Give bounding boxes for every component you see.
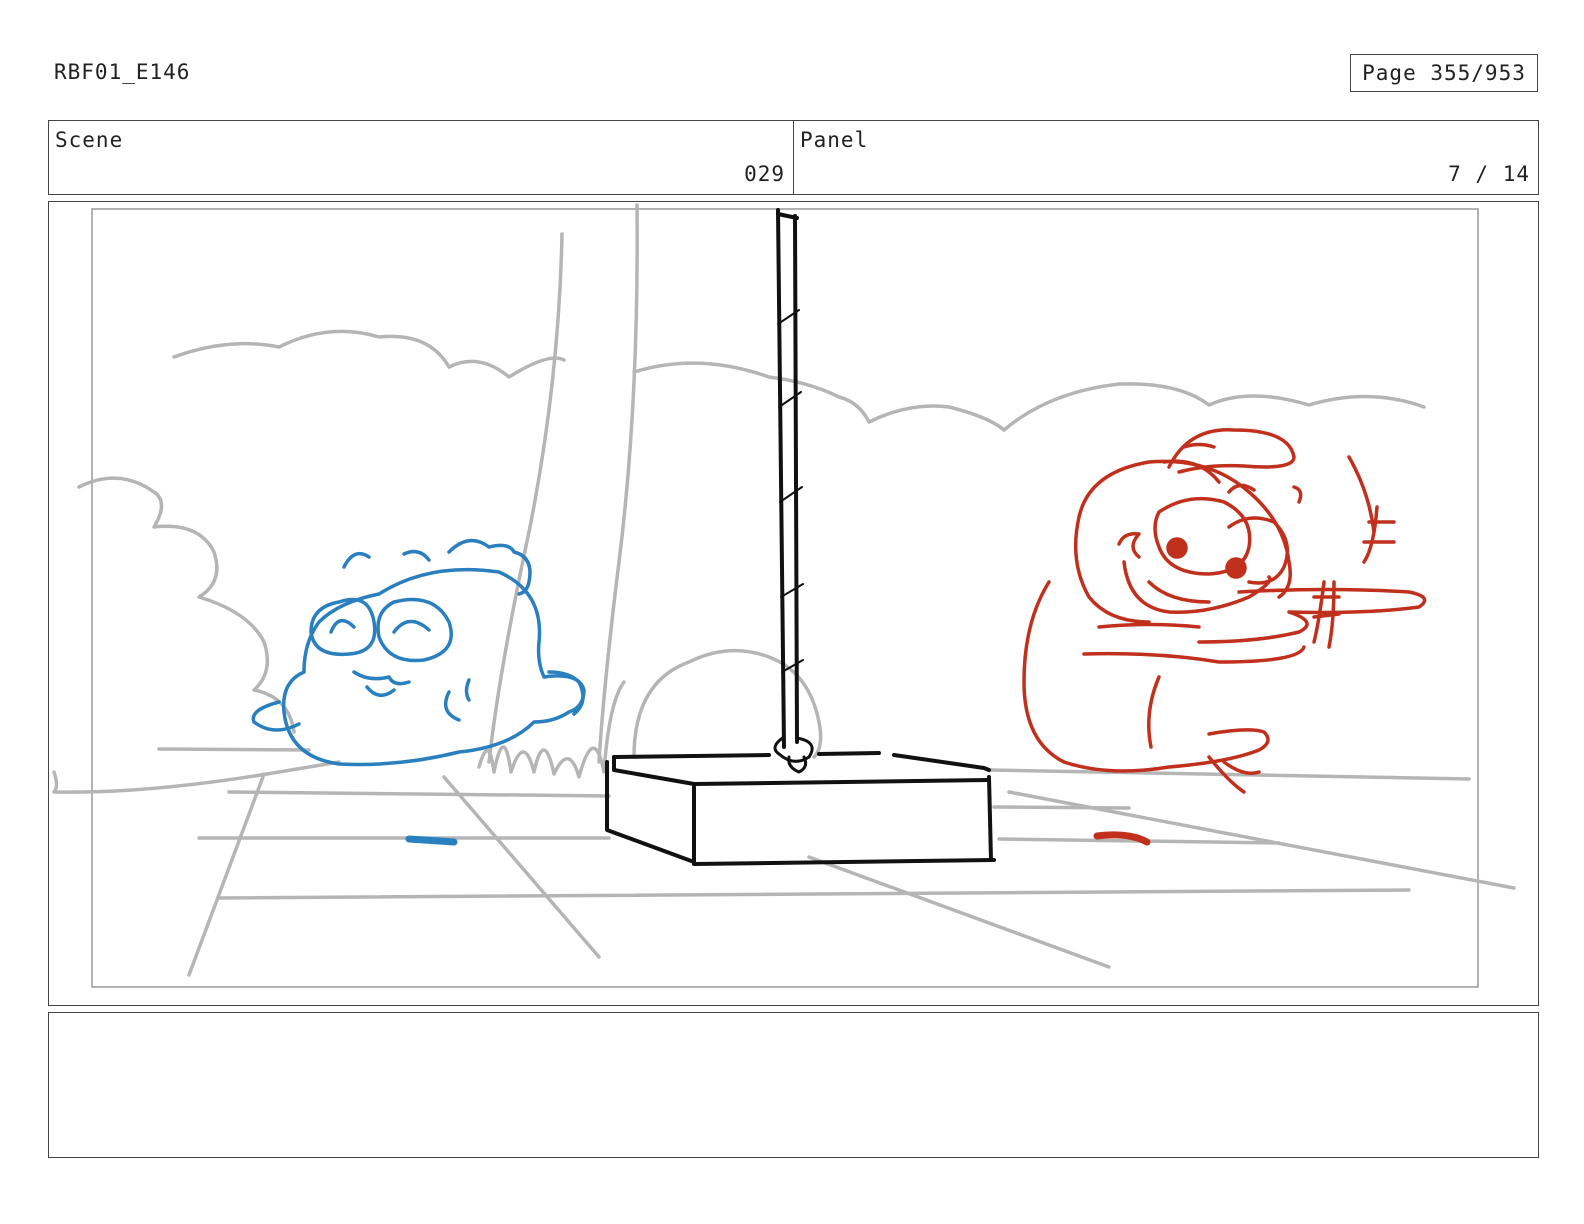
tree-trunk-left [487,232,564,764]
red-brows [1227,483,1303,504]
blue-mouth [352,670,411,697]
ground-line-diag-3 [807,855,1111,969]
scene-panel-info-row: Scene 029 Panel 7 / 14 [48,120,1539,195]
blue-shadow-mark [405,835,458,846]
ground-line-diag-1 [187,772,266,977]
cloud-mid [632,361,1426,432]
base-front-bottom [692,858,996,866]
blue-hand-right [443,678,471,722]
scene-cell: Scene 029 [49,121,793,194]
blue-eye-right [376,597,453,663]
blue-eye-lid-right [392,619,431,634]
red-character [1022,428,1427,846]
ground-line-diag-2 [442,775,601,959]
red-arm [1197,587,1427,644]
red-mouth [1122,560,1272,614]
blue-body [281,567,586,767]
red-ears [1167,428,1296,474]
tree-trunk-right [597,203,639,764]
red-pupil-left [1166,537,1188,559]
notes-box [48,1012,1539,1158]
red-body [1022,580,1270,773]
panel-label: Panel [800,128,869,152]
red-pupil-right [1225,557,1247,579]
base-right-side [987,775,993,862]
ground-line-7 [992,805,1131,810]
pole-left-edge [776,208,786,749]
storyboard-frame [48,201,1539,1006]
ground-line-1 [52,760,341,794]
cloud-left [172,329,566,379]
blue-hand-left [251,700,301,732]
bush-left [77,476,296,734]
panel-number: 7 / 14 [1448,162,1530,186]
panel-cell: Panel 7 / 14 [793,121,1538,194]
blue-fin [547,670,585,716]
safe-area-border [91,208,1479,988]
storyboard-drawing [52,203,1516,988]
scene-label: Scene [55,128,124,152]
red-arm-lower [1082,622,1306,664]
red-cheek [1117,531,1141,559]
blue-eye-left [309,597,377,657]
ground-line-5 [217,888,1411,900]
red-motion-lines [1312,455,1396,649]
document-id: RBF01_E146 [54,60,191,84]
blue-hair [342,538,532,596]
page-number-box: Page 355/953 [1350,54,1538,92]
blue-eye-lid-left [329,618,356,634]
ground-line-2 [157,747,311,752]
pole-knot [773,735,814,774]
ground-line-3 [227,790,611,798]
scene-number: 029 [744,162,785,186]
